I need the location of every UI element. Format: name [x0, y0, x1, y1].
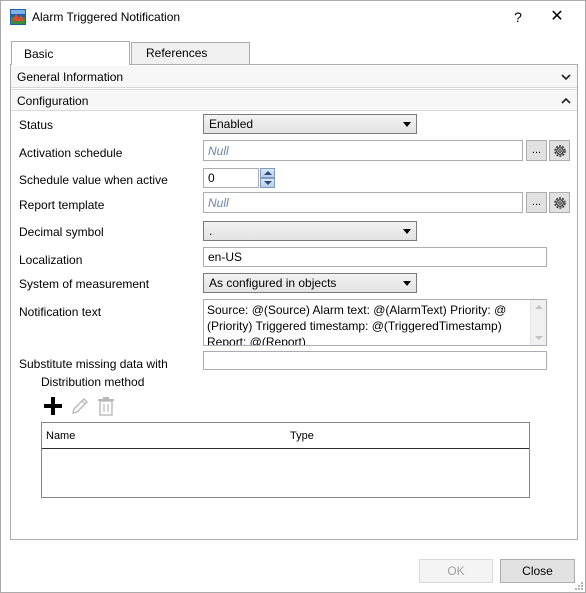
system-of-measurement-label: System of measurement — [19, 277, 150, 291]
notification-text-area[interactable]: Source: @(Source) Alarm text: @(AlarmTex… — [203, 299, 547, 346]
report-template-browse-button[interactable]: ... — [526, 192, 547, 213]
decimal-symbol-value: . — [209, 224, 213, 238]
scroll-up-arrow-icon — [535, 305, 543, 309]
window-close-button[interactable]: ✕ — [542, 5, 572, 29]
status-value: Enabled — [209, 117, 254, 131]
notification-text-line: (Priority) Triggered timestamp: @(Trigge… — [207, 319, 502, 333]
resize-grip-icon[interactable] — [573, 580, 583, 590]
title-bar: Alarm Triggered Notification ? ✕ — [1, 1, 585, 33]
decimal-symbol-combo[interactable]: . — [203, 221, 417, 241]
alarm-app-icon — [10, 9, 26, 25]
section-configuration[interactable]: Configuration — [11, 89, 577, 111]
localization-label: Localization — [19, 253, 83, 267]
schedule-value-spinner — [260, 168, 275, 188]
distribution-method-grid[interactable]: Name Type — [41, 422, 530, 498]
localization-field[interactable]: en-US — [203, 247, 547, 267]
grid-header: Name Type — [42, 423, 529, 449]
tab-panel: General Information Configuration Status… — [10, 64, 578, 540]
activation-schedule-label: Activation schedule — [19, 146, 123, 160]
dropdown-arrow-icon — [403, 229, 411, 234]
scroll-down-arrow-icon — [535, 336, 543, 340]
close-button[interactable]: Close — [500, 559, 575, 583]
spin-down-button[interactable] — [260, 178, 275, 188]
report-template-label: Report template — [19, 198, 105, 212]
distribution-method-label: Distribution method — [41, 375, 145, 389]
chevron-up-icon — [561, 97, 571, 104]
tab-basic[interactable]: Basic — [11, 41, 130, 65]
dialog-window: Alarm Triggered Notification ? ✕ Basic R… — [0, 0, 586, 593]
tab-references[interactable]: References — [131, 42, 250, 64]
section-configuration-label: Configuration — [17, 94, 89, 108]
substitute-missing-field[interactable] — [203, 351, 547, 370]
notification-text-line: Report: @(Report) — [207, 335, 306, 346]
dropdown-arrow-icon — [403, 281, 411, 286]
window-title: Alarm Triggered Notification — [32, 10, 181, 24]
notification-text-line: Source: @(Source) Alarm text: @(AlarmTex… — [207, 303, 507, 317]
notification-text-label: Notification text — [19, 305, 102, 319]
activation-schedule-field[interactable]: Null — [203, 140, 523, 161]
chevron-down-icon — [561, 74, 571, 81]
activation-schedule-settings-button[interactable] — [549, 140, 570, 161]
help-button[interactable]: ? — [506, 5, 530, 29]
ok-button[interactable]: OK — [419, 559, 493, 583]
add-icon[interactable] — [42, 395, 64, 417]
decimal-symbol-label: Decimal symbol — [19, 225, 104, 239]
system-of-measurement-value: As configured in objects — [209, 276, 337, 290]
status-label: Status — [19, 118, 54, 132]
notification-text-scrollbar[interactable] — [530, 300, 546, 345]
column-header-type[interactable]: Type — [290, 430, 314, 442]
delete-trash-icon[interactable] — [95, 395, 117, 417]
dropdown-arrow-icon — [403, 122, 411, 127]
activation-schedule-browse-button[interactable]: ... — [526, 140, 547, 161]
gear-icon — [554, 145, 566, 157]
spin-up-button[interactable] — [260, 168, 275, 178]
edit-pencil-icon[interactable] — [69, 395, 91, 417]
gear-icon — [554, 197, 566, 209]
report-template-field[interactable]: Null — [203, 192, 523, 213]
section-general-label: General Information — [17, 70, 124, 84]
status-combo[interactable]: Enabled — [203, 114, 417, 134]
substitute-missing-label: Substitute missing data with — [19, 357, 168, 371]
schedule-value-input[interactable]: 0 — [203, 168, 259, 188]
column-header-name[interactable]: Name — [46, 430, 75, 442]
section-general-information[interactable]: General Information — [11, 66, 577, 88]
schedule-value-label: Schedule value when active — [19, 173, 168, 187]
report-template-settings-button[interactable] — [549, 192, 570, 213]
system-of-measurement-combo[interactable]: As configured in objects — [203, 273, 417, 293]
